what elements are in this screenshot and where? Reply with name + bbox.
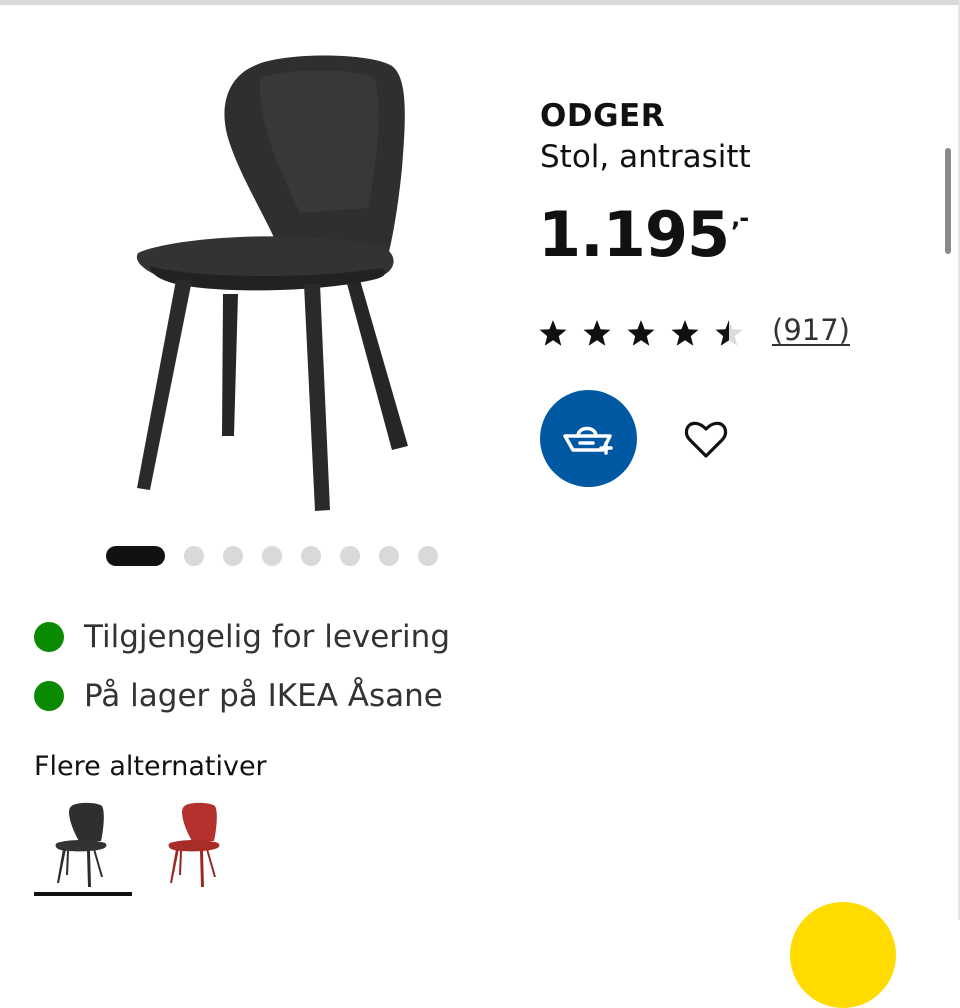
stock-status-dot [34, 681, 64, 711]
product-name: ODGER [540, 98, 666, 134]
selected-swatch-indicator [34, 892, 132, 896]
chair-image [136, 55, 408, 511]
chair-thumbnail-black [55, 802, 107, 887]
star-icon [627, 320, 655, 346]
star-icon [539, 320, 567, 346]
chair-thumbnail-red [168, 802, 220, 887]
heart-icon [684, 421, 728, 458]
scrollbar-thumb[interactable] [945, 148, 951, 254]
pagination-dot[interactable] [184, 546, 204, 566]
price-suffix: ,- [731, 204, 749, 232]
price-amount: 1.195 [538, 198, 730, 271]
delivery-availability-text: Tilgjengelig for levering [84, 619, 450, 655]
star-rating-icon [539, 320, 743, 346]
product-image[interactable] [110, 48, 510, 528]
star-icon [671, 320, 699, 346]
top-border [0, 0, 960, 5]
pagination-dot[interactable] [262, 546, 282, 566]
review-count-link[interactable]: (917) [772, 313, 850, 347]
store-availability-text: På lager på IKEA Åsane [84, 678, 443, 714]
pagination-dot[interactable] [340, 546, 360, 566]
favourite-button[interactable] [682, 416, 730, 464]
pagination-dot-active[interactable] [106, 546, 165, 566]
alternative-swatch-antrasitt[interactable] [33, 797, 133, 897]
add-to-cart-button[interactable] [540, 390, 637, 487]
floating-action-button[interactable] [790, 902, 896, 1008]
rating-stars[interactable] [538, 312, 753, 352]
pagination-dot[interactable] [379, 546, 399, 566]
pagination-dot[interactable] [418, 546, 438, 566]
pagination-dot[interactable] [223, 546, 243, 566]
delivery-availability: Tilgjengelig for levering [34, 617, 450, 657]
availability-status-dot [34, 622, 64, 652]
star-icon [583, 320, 611, 346]
pagination-dot[interactable] [301, 546, 321, 566]
product-price: 1.195,- [538, 198, 749, 271]
shopping-basket-plus-icon [563, 426, 613, 455]
product-description: Stol, antrasitt [540, 139, 751, 175]
alternatives-title: Flere alternativer [34, 751, 267, 782]
store-availability: På lager på IKEA Åsane [34, 676, 443, 716]
alternative-swatch-rod[interactable] [146, 797, 246, 897]
